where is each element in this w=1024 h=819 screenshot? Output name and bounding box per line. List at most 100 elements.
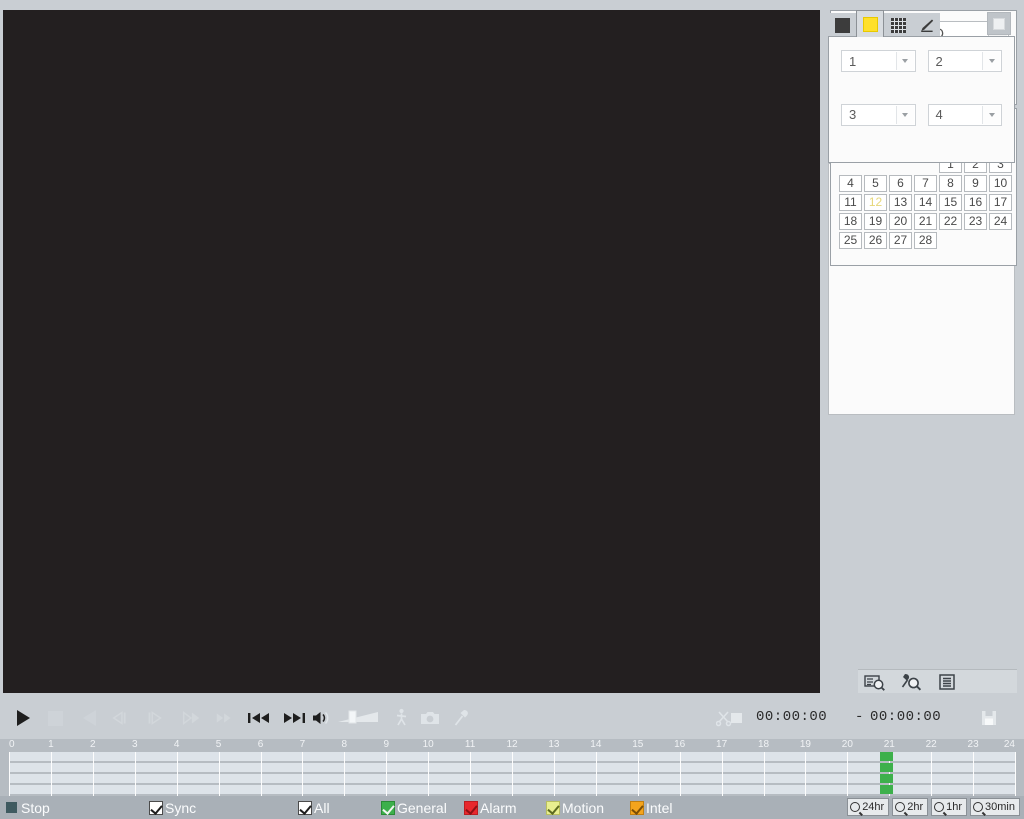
channel-select-2[interactable]: 2 [927,50,1002,72]
snapshot-button[interactable] [419,707,443,729]
next-file-button[interactable] [279,707,307,729]
timeline-segment-ch4[interactable] [880,785,893,794]
timeline-gridline [1015,752,1016,796]
timeline-gridline [721,752,723,796]
tab-edit[interactable] [912,13,940,37]
calendar-day-26[interactable]: 26 [864,232,887,249]
timeline-gridline [512,752,513,796]
play-backward-button[interactable] [78,707,100,729]
chevron-down-icon[interactable] [895,52,914,70]
calendar-day-12[interactable]: 12 [864,194,887,211]
clip-button[interactable] [716,707,744,729]
tab-single-window[interactable] [828,13,856,37]
play-icon [16,710,30,726]
chevron-down-icon[interactable] [982,105,1000,124]
timeline-tick-17: 17 [716,739,728,750]
smart-motion-button[interactable] [390,707,412,729]
calendar-day-4[interactable]: 4 [839,175,862,192]
slow-backward-button[interactable] [110,707,132,729]
calendar-day-5[interactable]: 5 [864,175,887,192]
calendar-day-9[interactable]: 9 [964,175,987,192]
mark-button[interactable] [451,707,473,729]
alarm-checkbox[interactable]: Alarm [464,800,517,816]
timeline-tick-2: 2 [90,739,96,750]
slow-forward-icon [148,711,162,725]
timeline-gridline [805,752,807,796]
timeline-tick-20: 20 [841,739,853,750]
timeline-zoom-label: 2hr [907,801,924,813]
timeline-zoom-30min[interactable]: 30min [970,798,1020,816]
timeline-tick-18: 18 [757,739,770,750]
timeline-gridline [763,752,765,796]
calendar-day-8[interactable]: 8 [939,175,962,192]
playback-state: Stop [6,800,50,816]
slow-reverse-icon [112,711,126,725]
timeline-zoom-2hr[interactable]: 2hr [892,798,929,816]
calendar-day-16[interactable]: 16 [964,194,987,211]
grid-icon [890,17,906,33]
calendar-day-27[interactable]: 27 [889,232,912,249]
play-button[interactable] [12,707,34,729]
timeline-zoom-24hr[interactable]: 24hr [847,798,890,816]
timeline-tracks[interactable] [0,752,1024,796]
slow-forward-button[interactable] [144,707,166,729]
calendar-day-13[interactable]: 13 [889,194,912,211]
file-list-icon[interactable] [935,672,959,692]
timeline-segment-ch1[interactable] [880,752,893,761]
fast-forward-button[interactable] [214,707,236,729]
timeline-segment-ch3[interactable] [880,774,893,783]
smart-search-icon[interactable] [899,672,923,692]
calendar-day-10[interactable]: 10 [989,175,1012,192]
status-bar: Stop Sync All General Alarm Motion Intel… [0,796,1024,819]
channel-select-3-value: 3 [849,107,857,122]
file-list-search-icon[interactable] [863,672,887,692]
calendar-day-22[interactable]: 22 [939,213,962,230]
calendar-day-11[interactable]: 11 [839,194,862,211]
tab-four-window[interactable] [856,10,884,37]
timeline-segment-ch2[interactable] [880,763,893,772]
calendar-day-19[interactable]: 19 [864,213,887,230]
calendar-day-23[interactable]: 23 [964,213,987,230]
channel-select-4[interactable]: 4 [927,103,1002,126]
chevron-down-icon[interactable] [982,52,1000,70]
timeline-tick-16: 16 [674,739,686,750]
general-checkbox[interactable]: General [381,800,447,816]
stop-button[interactable] [44,707,66,729]
prev-file-button[interactable] [246,707,274,729]
split-channel-panel: 1 2 3 4 [828,10,1015,163]
channel-select-1[interactable]: 1 [841,50,916,72]
chevron-down-icon[interactable] [895,105,914,124]
calendar-day-7[interactable]: 7 [914,175,937,192]
timeline-tick-23: 23 [967,739,979,750]
timeline-tick-12: 12 [506,739,518,750]
timeline[interactable]: 0 1 2 3 4 5 6 7 8 9 10 11 12 13 14 15 16 17 18 19 20 21 22 23 24 [0,739,1024,796]
calendar-day-24[interactable]: 24 [989,213,1012,230]
calendar-day-15[interactable]: 15 [939,194,962,211]
calendar-day-20[interactable]: 20 [889,213,912,230]
channel-select-3[interactable]: 3 [841,103,916,126]
volume-slider[interactable] [336,707,388,729]
motion-checkbox[interactable]: Motion [546,800,604,816]
sync-checkbox[interactable]: Sync [149,800,196,816]
calendar-day-28[interactable]: 28 [914,232,937,249]
speaker-icon [313,711,329,725]
calendar-day-14[interactable]: 14 [914,194,937,211]
volume-button[interactable] [311,707,335,729]
all-checkbox[interactable]: All [298,800,330,816]
save-clip-button[interactable] [978,707,1000,729]
timeline-zoom-1hr[interactable]: 1hr [931,798,968,816]
camera-icon [421,712,439,724]
calendar-day-21[interactable]: 21 [914,213,937,230]
intel-checkbox[interactable]: Intel [630,800,672,816]
timeline-tick-13: 13 [548,739,560,750]
video-display-area[interactable] [3,10,820,693]
play-reverse-icon [82,710,96,726]
calendar-day-18[interactable]: 18 [839,213,862,230]
clip-end-time: 00:00:00 [870,709,942,725]
calendar-day-17[interactable]: 17 [989,194,1012,211]
step-forward-button[interactable] [180,707,202,729]
tab-nine-window[interactable] [884,13,912,37]
calendar-day-6[interactable]: 6 [889,175,912,192]
timeline-tick-10: 10 [422,739,434,750]
calendar-day-25[interactable]: 25 [839,232,862,249]
